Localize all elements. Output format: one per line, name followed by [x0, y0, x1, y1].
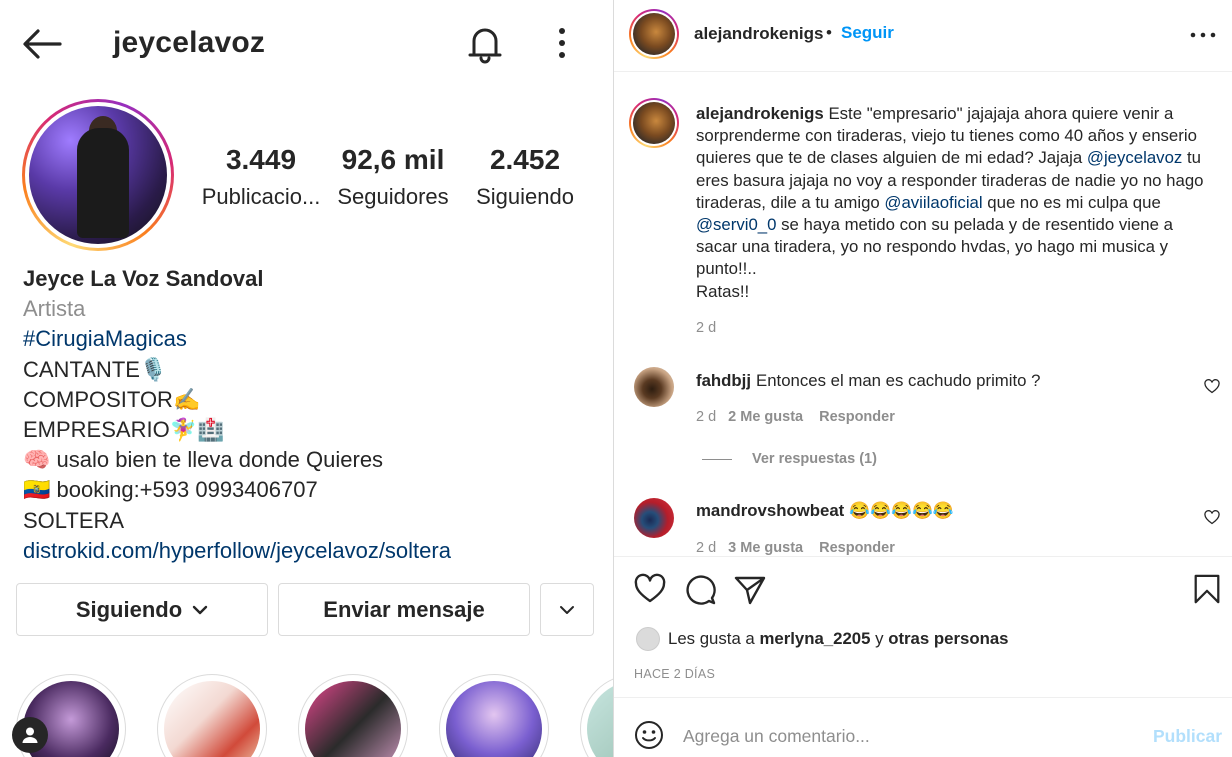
separator-dot: • [826, 23, 832, 42]
commenter-avatar[interactable] [634, 367, 674, 407]
caption-text: que no es mi culpa que [982, 192, 1161, 212]
account-switcher-button[interactable] [12, 717, 48, 753]
comment-text: mandrovshowbeat 😂😂😂😂😂 [696, 501, 954, 521]
mention-link[interactable]: @aviilaoficial [884, 193, 982, 212]
post-actions: Les gusta a merlyna_2205 y otras persona… [614, 556, 1232, 696]
posts-label: Publicacio... [201, 184, 321, 209]
stat-posts[interactable]: 3.449 Publicacio... [200, 144, 322, 210]
bio-line: 🇪🇨 booking:+593 0993406707 [23, 477, 318, 503]
other-likers-link[interactable]: otras personas [888, 629, 1008, 649]
highlight-cover [305, 681, 401, 757]
comment-body: Entonces el man es cachudo primito ? [756, 371, 1041, 390]
mention-link[interactable]: @jeycelavoz [1087, 148, 1182, 167]
profile-bio: Jeyce La Voz Sandoval Artista #CirugiaMa… [23, 264, 603, 566]
mention-link[interactable]: @servi0_0 [696, 215, 776, 234]
comment-input[interactable] [683, 720, 1133, 752]
caption-username[interactable]: alejandrokenigs [696, 104, 824, 123]
send-message-label: Enviar mensaje [323, 596, 485, 622]
caption-text: Ratas!! [696, 281, 750, 301]
profile-panel: jeycelavoz 3.449 Publicacio... 92,6 mil … [0, 0, 613, 757]
suggested-accounts-button[interactable] [540, 583, 594, 636]
posts-count: 3.449 [225, 144, 297, 175]
likes-prefix: Les gusta a [668, 629, 760, 648]
post-header: alejandrokenigs • Seguir [614, 0, 1232, 72]
bio-hashtag[interactable]: #CirugiaMagicas [23, 324, 603, 354]
heart-icon[interactable] [633, 573, 667, 605]
caption-meta: 2 d [696, 320, 716, 336]
following-count: 2.452 [489, 144, 561, 175]
profile-username: jeycelavoz [113, 26, 266, 59]
more-options-icon[interactable] [1186, 25, 1220, 45]
comment-meta: 2 d 3 Me gusta Responder [696, 540, 895, 556]
comment-body: 😂😂😂😂😂 [849, 501, 954, 520]
following-button[interactable]: Siguiendo [16, 583, 268, 636]
story-highlight[interactable] [157, 674, 267, 757]
post-caption: alejandrokenigs Este "empresario" jajaja… [696, 103, 1216, 303]
profile-full-name: Jeyce La Voz Sandoval [23, 266, 264, 291]
highlight-cover [446, 681, 542, 757]
post-time-ago[interactable]: HACE 2 DÍAS [634, 667, 715, 681]
story-highlight[interactable] [580, 674, 613, 757]
bell-icon[interactable] [466, 22, 504, 64]
highlight-cover [587, 681, 613, 757]
comment-time: 2 d [696, 409, 717, 425]
liker-username[interactable]: merlyna_2205 [759, 629, 870, 649]
comment-text: fahdbjj Entonces el man es cachudo primit… [696, 371, 1041, 391]
profile-avatar[interactable] [22, 99, 174, 251]
caption-time: 2 d [696, 320, 717, 336]
caption-author-avatar[interactable] [629, 98, 679, 148]
add-comment-bar: Publicar [614, 697, 1232, 757]
reply-button[interactable]: Responder [819, 409, 895, 425]
comment-likes[interactable]: 2 Me gusta [728, 409, 803, 425]
replies-line [702, 458, 732, 460]
publish-button[interactable]: Publicar [1153, 726, 1222, 747]
author-username[interactable]: alejandrokenigs [694, 24, 823, 44]
liker-avatar[interactable] [636, 627, 660, 651]
bio-line: SOLTERA [23, 507, 125, 533]
chevron-down-icon [560, 605, 574, 614]
reply-button[interactable]: Responder [819, 540, 895, 556]
send-message-button[interactable]: Enviar mensaje [278, 583, 530, 636]
comment-icon[interactable] [683, 573, 717, 605]
bio-link[interactable]: distrokid.com/hyperfollow/jeycelavoz/sol… [23, 536, 603, 566]
bio-line: CANTANTE🎙️ [23, 356, 168, 382]
followers-count: 92,6 mil [341, 144, 445, 175]
more-options-icon[interactable] [552, 26, 572, 60]
view-replies-button[interactable]: Ver respuestas (1) [702, 451, 877, 467]
chevron-down-icon [192, 605, 208, 614]
following-button-label: Siguiendo [75, 596, 183, 622]
comments-section[interactable]: alejandrokenigs Este "empresario" jajaja… [614, 73, 1232, 556]
share-send-icon[interactable] [733, 573, 767, 605]
story-highlight[interactable] [439, 674, 549, 757]
profile-avatar-image [29, 106, 167, 244]
comment-meta: 2 d 2 Me gusta Responder [696, 409, 895, 425]
bio-line: COMPOSITOR✍️ [23, 386, 201, 412]
likes-mid: y [870, 629, 889, 648]
commenter-username[interactable]: fahdbjj [696, 371, 751, 390]
bio-line: EMPRESARIO🧚‍♀️🏥 [23, 417, 225, 443]
back-arrow-icon[interactable] [22, 28, 62, 60]
comment-time: 2 d [696, 540, 717, 556]
post-panel: alejandrokenigs • Seguir alejandrokenigs… [614, 0, 1232, 757]
bio-line: 🧠 usalo bien te lleva donde Quieres [23, 447, 384, 473]
likes-summary: Les gusta a merlyna_2205 y otras persona… [636, 627, 1009, 651]
profile-category: Artista [23, 296, 86, 322]
story-highlight[interactable] [298, 674, 408, 757]
like-comment-heart-icon[interactable] [1204, 510, 1220, 525]
author-avatar[interactable] [629, 9, 679, 59]
commenter-avatar[interactable] [634, 498, 674, 538]
bookmark-icon[interactable] [1190, 573, 1224, 605]
highlight-cover [164, 681, 260, 757]
stat-followers[interactable]: 92,6 mil Seguidores [333, 144, 453, 210]
followers-label: Seguidores [337, 184, 449, 209]
stat-following[interactable]: 2.452 Siguiendo [466, 144, 584, 210]
commenter-username[interactable]: mandrovshowbeat [696, 501, 844, 520]
following-label: Siguiendo [476, 184, 574, 209]
user-icon [22, 727, 38, 743]
like-comment-heart-icon[interactable] [1204, 379, 1220, 394]
emoji-icon[interactable] [634, 720, 664, 750]
follow-button[interactable]: Seguir [841, 23, 894, 43]
comment-likes[interactable]: 3 Me gusta [728, 540, 803, 556]
view-replies-label: Ver respuestas (1) [752, 451, 877, 467]
